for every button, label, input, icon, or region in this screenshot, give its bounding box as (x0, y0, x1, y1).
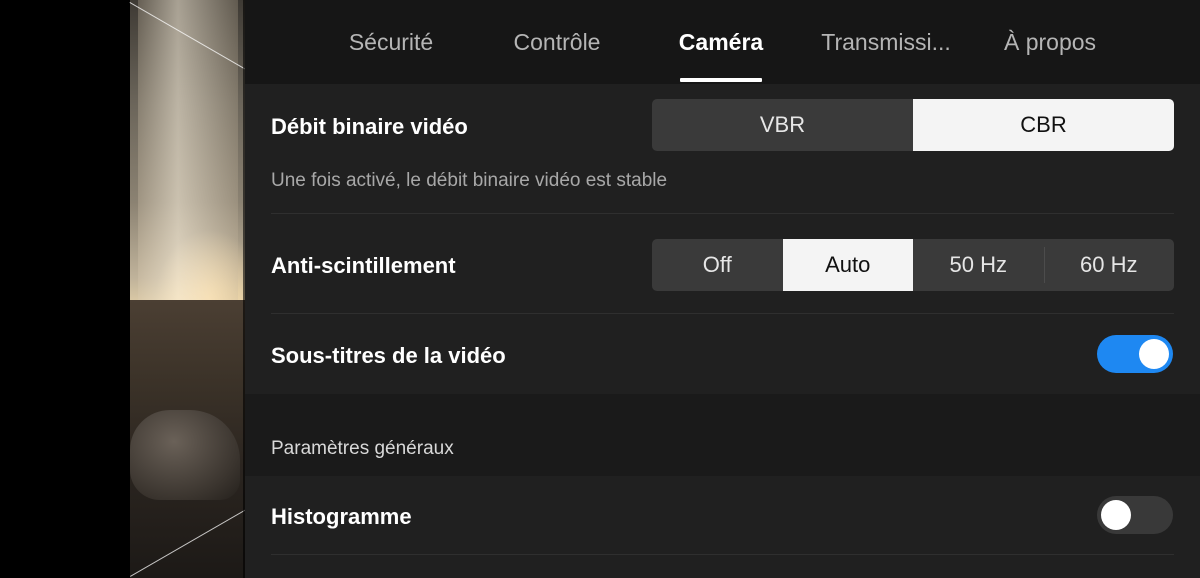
subtitles-toggle[interactable] (1097, 335, 1173, 373)
tab-a-propos[interactable]: À propos (997, 0, 1103, 84)
histogram-toggle[interactable] (1097, 496, 1173, 534)
tab-bar: Sécurité Contrôle Caméra Transmissi... À… (245, 0, 1200, 84)
subtitles-label: Sous-titres de la vidéo (271, 343, 506, 368)
bitrate-option-vbr[interactable]: VBR (652, 99, 913, 151)
antiflicker-segmented-control: Off Auto 50 Hz 60 Hz (652, 239, 1174, 291)
active-tab-indicator (680, 78, 762, 82)
tab-securite[interactable]: Sécurité (335, 0, 447, 84)
divider (271, 554, 1174, 555)
antiflicker-option-60hz[interactable]: 60 Hz (1043, 239, 1175, 291)
bitrate-option-cbr[interactable]: CBR (913, 99, 1174, 151)
bitrate-segmented-control: VBR CBR (652, 99, 1174, 151)
antiflicker-row: Anti-scintillement Off Auto 50 Hz 60 Hz (245, 214, 1200, 314)
general-settings-header: Paramètres généraux (245, 394, 1200, 476)
bitrate-label: Débit binaire vidéo (271, 114, 468, 139)
tab-camera[interactable]: Caméra (671, 0, 771, 84)
preview-pillow (130, 410, 240, 500)
histogram-row: Histogramme (245, 476, 1200, 578)
antiflicker-option-auto[interactable]: Auto (782, 239, 913, 291)
bitrate-description: Une fois activé, le débit binaire vidéo … (271, 170, 668, 191)
antiflicker-option-50hz[interactable]: 50 Hz (913, 239, 1044, 291)
tab-transmission[interactable]: Transmissi... (815, 0, 957, 84)
toggle-knob (1139, 339, 1169, 369)
antiflicker-label: Anti-scintillement (271, 253, 456, 278)
settings-panel: Sécurité Contrôle Caméra Transmissi... À… (245, 0, 1200, 578)
antiflicker-option-off[interactable]: Off (652, 239, 783, 291)
subtitles-row: Sous-titres de la vidéo (245, 314, 1200, 394)
histogram-label: Histogramme (271, 504, 412, 529)
toggle-knob (1101, 500, 1131, 530)
tab-controle[interactable]: Contrôle (500, 0, 614, 84)
preview-lamp-light (138, 0, 238, 300)
bitrate-row: Débit binaire vidéo VBR CBR Une fois act… (245, 84, 1200, 214)
camera-preview (0, 0, 245, 578)
general-settings-title: Paramètres généraux (271, 438, 454, 459)
